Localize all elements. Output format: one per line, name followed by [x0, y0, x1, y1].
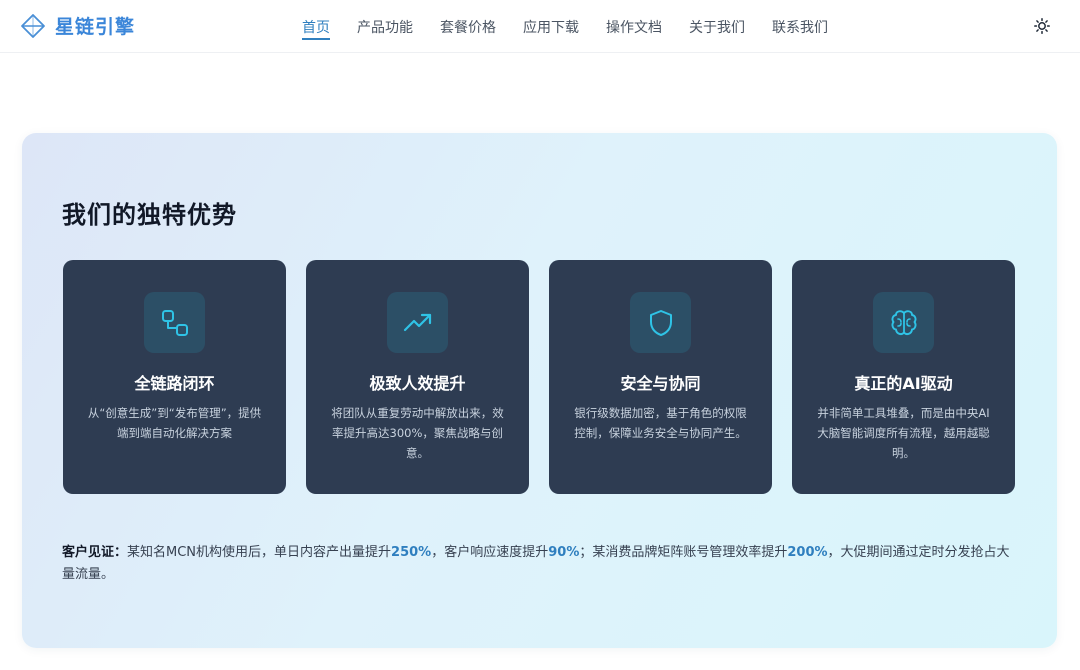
advantage-card-closed-loop: 全链路闭环 从“创意生成”到“发布管理”，提供端到端自动化解决方案	[63, 260, 286, 494]
brain-icon	[891, 309, 916, 335]
top-navbar: 星链引擎 首页 产品功能 套餐价格 应用下载 操作文档 关于我们 联系我们	[0, 0, 1080, 53]
shield-icon	[649, 309, 672, 336]
card-icon-box	[630, 292, 691, 353]
theme-toggle-button[interactable]	[1030, 14, 1054, 38]
nav-item-contact[interactable]: 联系我们	[772, 0, 828, 53]
card-title: 极致人效提升	[369, 374, 466, 393]
testimonial-stat: 90%	[548, 545, 580, 560]
testimonial-stat: 250%	[391, 545, 432, 560]
testimonial-text: ，客户响应速度提升	[431, 545, 549, 560]
nav-item-pricing[interactable]: 套餐价格	[440, 0, 496, 53]
advantage-card-security: 安全与协同 银行级数据加密，基于角色的权限控制，保障业务安全与协同产生。	[549, 260, 772, 494]
card-icon-box	[873, 292, 934, 353]
testimonial-text: 某知名MCN机构使用后，单日内容产出量提升	[127, 545, 392, 560]
nav-item-docs[interactable]: 操作文档	[606, 0, 662, 53]
card-description: 银行级数据加密，基于角色的权限控制，保障业务安全与协同产生。	[574, 406, 747, 440]
card-description: 并非简单工具堆叠，而是由中央AI大脑智能调度所有流程，越用越聪明。	[817, 406, 990, 460]
nav-item-download[interactable]: 应用下载	[523, 0, 579, 53]
customer-testimonial: 客户见证：某知名MCN机构使用后，单日内容产出量提升250%，客户响应速度提升9…	[62, 542, 1022, 586]
nav-item-about[interactable]: 关于我们	[689, 0, 745, 53]
testimonial-label: 客户见证：	[62, 545, 128, 560]
card-title: 安全与协同	[620, 374, 701, 393]
brand-logo-link[interactable]: 星链引擎	[20, 12, 135, 39]
brand-name: 星链引擎	[55, 16, 136, 38]
nav-item-features[interactable]: 产品功能	[357, 0, 413, 53]
card-title: 全链路闭环	[134, 374, 215, 393]
section-title: 我们的独特优势	[62, 201, 237, 229]
card-icon-box	[387, 292, 448, 353]
diamond-logo-icon	[21, 13, 45, 38]
link-nodes-icon	[161, 309, 188, 336]
card-description: 从“创意生成”到“发布管理”，提供端到端自动化解决方案	[87, 406, 262, 440]
sun-icon	[1034, 18, 1050, 34]
testimonial-stat: 200%	[787, 545, 828, 560]
card-title: 真正的AI驱动	[854, 374, 953, 393]
advantage-card-efficiency: 极致人效提升 将团队从重复劳动中解放出来，效率提升高达300%，聚焦战略与创意。	[306, 260, 529, 494]
testimonial-text: ；某消费品牌矩阵账号管理效率提升	[579, 545, 788, 560]
main-nav: 首页 产品功能 套餐价格 应用下载 操作文档 关于我们 联系我们	[302, 0, 855, 53]
card-description: 将团队从重复劳动中解放出来，效率提升高达300%，聚焦战略与创意。	[331, 406, 504, 460]
advantage-card-ai-driven: 真正的AI驱动 并非简单工具堆叠，而是由中央AI大脑智能调度所有流程，越用越聪明…	[792, 260, 1015, 494]
card-icon-box	[144, 292, 205, 353]
nav-item-home[interactable]: 首页	[302, 0, 330, 53]
advantages-section: 我们的独特优势 全链路闭环 从“创意生成”到“发布管理”，提供端到端自动化解决方…	[22, 133, 1057, 648]
trending-up-icon	[403, 313, 431, 331]
